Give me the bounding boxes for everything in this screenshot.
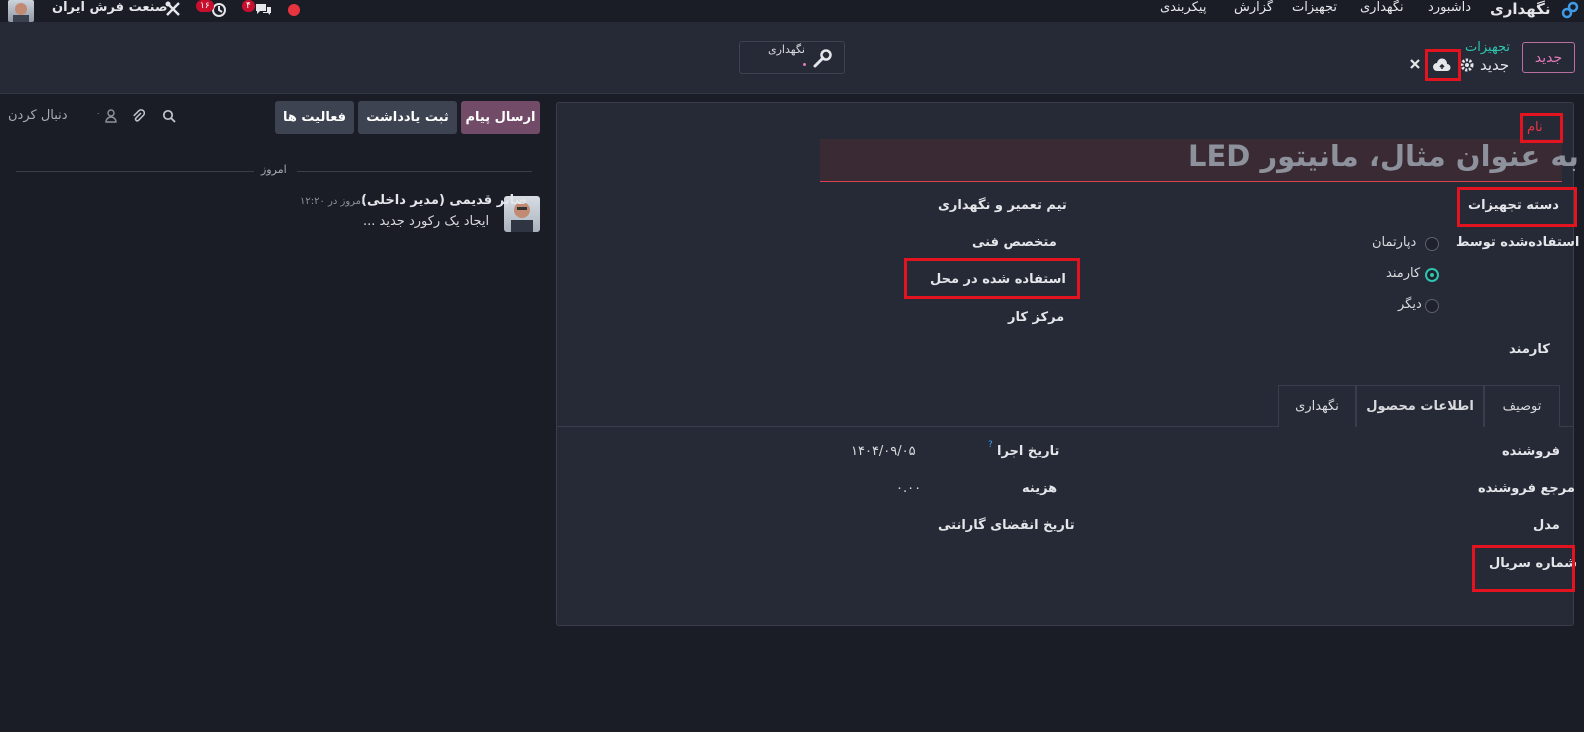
effective-date-label: تاریخ اجرا [997, 444, 1060, 459]
message-time: امروز در ۱۲:۲۰ [300, 196, 364, 207]
follow-button[interactable]: دنبال کردن [8, 108, 68, 123]
name-input-placeholder: به عنوان مثال، مانیتور LED [1188, 139, 1579, 173]
app-logo-icon[interactable] [1560, 0, 1580, 20]
vendor-reference-label: مرجع فروشنده [1478, 481, 1575, 496]
paperclip-icon[interactable] [131, 108, 146, 124]
warranty-expiration-label: تاریخ انقضای گارانتی [938, 518, 1075, 533]
tab-maintenance[interactable]: نگهداری [1278, 385, 1356, 427]
workcenter-label: مرکز کار [1008, 310, 1065, 325]
message-body: ایجاد یک رکورد جدید ... [363, 214, 490, 229]
vendor-label: فروشنده [1502, 444, 1560, 459]
cost-value[interactable]: ۰.۰۰ [896, 481, 921, 496]
new-button[interactable]: جدید [1522, 42, 1575, 73]
used-by-label: استفاده‌شده توسط [1456, 235, 1580, 250]
gear-icon[interactable] [1460, 58, 1474, 72]
menu-maintenance[interactable]: نگهداری [1360, 0, 1404, 15]
activities-button[interactable]: فعالیت ها [275, 101, 354, 134]
radio-employee[interactable] [1425, 268, 1439, 282]
breadcrumb-parent[interactable]: تجهیزات [1465, 40, 1510, 55]
serial-number-label: شماره سریال [1489, 556, 1577, 571]
smart-button-label: نگهداری [768, 43, 805, 56]
messages-badge: ۴ [242, 0, 255, 12]
category-label: دسته تجهیزات [1468, 198, 1559, 213]
menu-configuration[interactable]: پیکربندی [1160, 0, 1206, 15]
today-divider-label: امروز [261, 163, 287, 176]
radio-department-label: دپارتمان [1372, 235, 1417, 250]
menu-dashboard[interactable]: داشبورد [1428, 0, 1471, 15]
maintenance-team-label: تیم تعمیر و نگهداری [938, 198, 1067, 213]
send-message-button[interactable]: ارسال پیام [461, 101, 540, 134]
message-author[interactable]: صابر قدیمی (مدیر داخلی) [361, 193, 527, 208]
smart-button-dot [803, 63, 806, 66]
menu-equipment[interactable]: تجهیزات [1292, 0, 1337, 15]
radio-other-label: دیگر [1398, 297, 1422, 312]
top-navbar: نگهداری داشبورد نگهداری تجهیزات گزارش پی… [0, 0, 1584, 22]
wrench-icon [811, 48, 833, 70]
app-name[interactable]: نگهداری [1490, 0, 1550, 18]
name-label: نام [1527, 120, 1543, 135]
activities-badge: ۱۶ [196, 0, 214, 12]
technician-label: متخصص فنی [972, 235, 1057, 250]
location-label: استفاده شده در محل [930, 272, 1066, 287]
cost-label: هزینه [1022, 481, 1058, 496]
employee-label: کارمند [1509, 342, 1550, 357]
discard-close-icon[interactable] [1409, 58, 1421, 70]
company-name[interactable]: صنعت فرش ایران [52, 0, 168, 15]
breadcrumb-current: جدید [1480, 56, 1510, 74]
followers-user-icon[interactable] [104, 108, 118, 124]
log-note-button[interactable]: ثبت یادداشت [358, 101, 457, 134]
menu-reporting[interactable]: گزارش [1234, 0, 1273, 15]
messages-icon[interactable] [253, 0, 273, 18]
today-divider-line-right [297, 171, 532, 172]
save-cloud-icon[interactable] [1432, 57, 1452, 73]
radio-other[interactable] [1425, 299, 1439, 313]
model-label: مدل [1533, 518, 1560, 533]
tab-description[interactable]: توصیف [1484, 385, 1560, 427]
user-avatar[interactable] [8, 0, 34, 22]
today-divider-line-left [16, 171, 254, 172]
tab-product-information[interactable]: اطلاعات محصول [1356, 385, 1484, 427]
status-dot-icon[interactable] [288, 4, 300, 16]
radio-employee-label: کارمند [1386, 266, 1421, 281]
search-icon[interactable] [162, 109, 176, 123]
effective-date-value[interactable]: ۱۴۰۴/۰۹/۰۵ [851, 444, 916, 459]
radio-department[interactable] [1425, 237, 1439, 251]
followers-count: ۰ [96, 109, 101, 118]
effective-date-help-icon[interactable]: ? [988, 440, 993, 450]
